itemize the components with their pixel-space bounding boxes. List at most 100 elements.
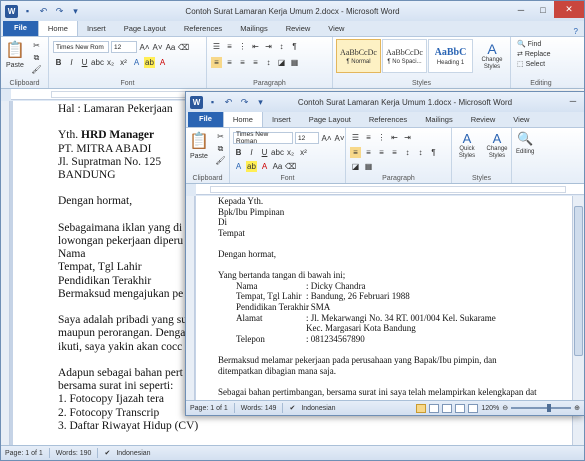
tab-file[interactable]: File — [188, 111, 223, 127]
undo-icon[interactable]: ↶ — [222, 96, 235, 109]
strikethrough-icon[interactable]: abc — [271, 147, 284, 158]
decrease-indent-icon[interactable]: ⇤ — [389, 132, 400, 143]
underline-icon[interactable]: U — [79, 57, 90, 68]
clear-formatting-icon[interactable]: ⌫ — [178, 42, 189, 53]
tab-file[interactable]: File — [3, 20, 38, 36]
underline-icon[interactable]: U — [259, 147, 270, 158]
language-indicator[interactable]: Indonesian — [116, 450, 150, 457]
tab-review[interactable]: Review — [277, 22, 320, 36]
word-count[interactable]: Words: 190 — [56, 450, 92, 457]
bullets-icon[interactable]: ☰ — [211, 41, 222, 52]
tab-home[interactable]: Home — [37, 20, 78, 36]
web-layout-view-icon[interactable] — [442, 403, 453, 413]
scroll-thumb[interactable] — [574, 206, 583, 356]
cut-icon[interactable]: ✂ — [31, 40, 42, 51]
numbering-icon[interactable]: ≡ — [363, 132, 374, 143]
format-painter-icon[interactable]: 🖌 — [215, 155, 226, 166]
tab-insert[interactable]: Insert — [263, 113, 300, 127]
tab-view[interactable]: View — [319, 22, 353, 36]
multilevel-list-icon[interactable]: ⋮ — [376, 132, 387, 143]
maximize-button[interactable]: □ — [532, 1, 554, 18]
word-count[interactable]: Words: 149 — [241, 405, 277, 412]
tab-page-layout[interactable]: Page Layout — [115, 22, 175, 36]
draft-view-icon[interactable] — [468, 403, 479, 413]
undo-icon[interactable]: ↶ — [37, 5, 50, 18]
grow-font-icon[interactable]: A˄ — [321, 133, 332, 144]
format-painter-icon[interactable]: 🖌 — [31, 64, 42, 75]
text-effects-icon[interactable]: A — [131, 57, 142, 68]
change-case-icon[interactable]: Aa — [165, 42, 176, 53]
paste-icon[interactable]: 📋 — [5, 40, 25, 60]
subscript-icon[interactable]: x₂ — [285, 147, 296, 158]
multilevel-list-icon[interactable]: ⋮ — [237, 41, 248, 52]
quick-styles-button[interactable]: A Quick Styles — [454, 131, 480, 160]
shrink-font-icon[interactable]: A˅ — [152, 42, 163, 53]
tab-view[interactable]: View — [504, 113, 538, 127]
replace-button[interactable]: ⇄ Replace — [517, 50, 551, 59]
align-right-icon[interactable]: ≡ — [237, 57, 248, 68]
superscript-icon[interactable]: x² — [298, 147, 309, 158]
close-button[interactable]: ✕ — [554, 1, 584, 18]
paste-label[interactable]: Paste — [6, 62, 24, 69]
shrink-font-icon[interactable]: A˅ — [334, 133, 345, 144]
align-left-icon[interactable]: ≡ — [350, 147, 361, 158]
show-formatting-icon[interactable]: ¶ — [289, 41, 300, 52]
text-effects-icon[interactable]: A — [233, 161, 244, 172]
italic-icon[interactable]: I — [66, 57, 77, 68]
tab-references[interactable]: References — [360, 113, 416, 127]
font-color-icon[interactable]: A — [157, 57, 168, 68]
strikethrough-icon[interactable]: abc — [91, 57, 104, 68]
subscript-icon[interactable]: x₂ — [105, 57, 116, 68]
font-color-icon[interactable]: A — [259, 161, 270, 172]
copy-icon[interactable]: ⧉ — [215, 143, 226, 154]
redo-icon[interactable]: ↷ — [238, 96, 251, 109]
clear-formatting-icon[interactable]: ⌫ — [285, 161, 296, 172]
style-normal[interactable]: AaBbCcDc ¶ Normal — [336, 39, 381, 73]
tab-mailings[interactable]: Mailings — [416, 113, 462, 127]
italic-icon[interactable]: I — [246, 147, 257, 158]
show-formatting-icon[interactable]: ¶ — [428, 147, 439, 158]
tab-page-layout[interactable]: Page Layout — [300, 113, 360, 127]
tab-references[interactable]: References — [175, 22, 231, 36]
line-spacing-icon[interactable]: ↕ — [402, 147, 413, 158]
zoom-slider[interactable] — [511, 404, 572, 412]
save-icon[interactable]: ▪ — [206, 96, 219, 109]
justify-icon[interactable]: ≡ — [250, 57, 261, 68]
bold-icon[interactable]: B — [233, 147, 244, 158]
numbering-icon[interactable]: ≡ — [224, 41, 235, 52]
font-name-dropdown[interactable]: Times New Roman — [233, 131, 293, 145]
customize-qat-icon[interactable]: ▾ — [254, 96, 267, 109]
decrease-indent-icon[interactable]: ⇤ — [250, 41, 261, 52]
vertical-ruler[interactable] — [186, 196, 195, 401]
change-styles-button[interactable]: A Change Styles — [474, 41, 510, 71]
borders-icon[interactable]: ▦ — [363, 161, 374, 172]
style-no-spacing[interactable]: AaBbCcDc ¶ No Spaci... — [382, 39, 427, 73]
minimize-button[interactable]: ─ — [562, 92, 584, 109]
help-icon[interactable]: ? — [568, 27, 584, 36]
change-styles-button[interactable]: A Change Styles — [484, 131, 510, 160]
editing-button[interactable]: 🔍 Editing — [516, 131, 534, 155]
bullets-icon[interactable]: ☰ — [350, 132, 361, 143]
increase-indent-icon[interactable]: ⇥ — [263, 41, 274, 52]
minimize-button[interactable]: ─ — [510, 1, 532, 18]
redo-icon[interactable]: ↷ — [53, 5, 66, 18]
language-indicator[interactable]: Indonesian — [301, 405, 335, 412]
zoom-level[interactable]: 120% — [481, 405, 499, 412]
sort-icon[interactable]: ↕ — [276, 41, 287, 52]
vertical-ruler[interactable] — [1, 101, 10, 445]
shading-icon[interactable]: ◪ — [350, 161, 361, 172]
document-page[interactable]: Kepada Yth. Bpk/Ibu Pimpinan Di Tempat Denga… — [196, 196, 573, 401]
cut-icon[interactable]: ✂ — [215, 131, 226, 142]
grow-font-icon[interactable]: A˄ — [139, 42, 150, 53]
font-size-dropdown[interactable]: 12 — [111, 41, 137, 53]
change-case-icon[interactable]: Aa — [272, 161, 283, 172]
line-spacing-icon[interactable]: ↕ — [263, 57, 274, 68]
align-center-icon[interactable]: ≡ — [224, 57, 235, 68]
customize-qat-icon[interactable]: ▾ — [69, 5, 82, 18]
zoom-in-icon[interactable]: ⊕ — [574, 404, 580, 412]
sort-icon[interactable]: ↕ — [415, 147, 426, 158]
align-left-icon[interactable]: ≡ — [211, 57, 222, 68]
font-size-dropdown[interactable]: 12 — [295, 132, 319, 144]
highlight-icon[interactable]: ab — [246, 161, 257, 172]
align-center-icon[interactable]: ≡ — [363, 147, 374, 158]
